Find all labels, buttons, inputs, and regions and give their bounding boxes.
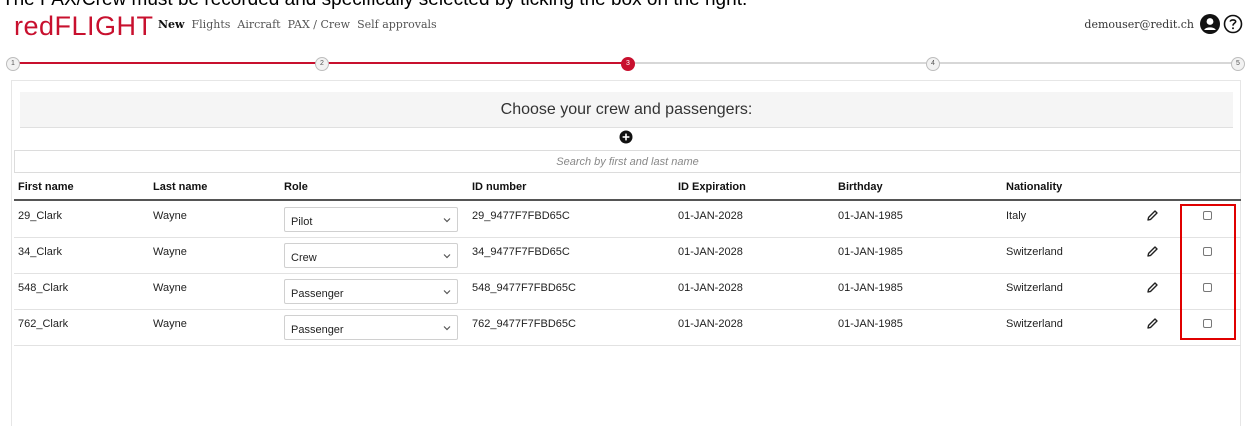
section-title: Choose your crew and passengers: (20, 92, 1233, 128)
cell-first-name: 29_Clark (18, 210, 63, 222)
select-checkbox[interactable] (1203, 211, 1212, 220)
nav-links: New Flights Aircraft PAX / Crew Self app… (158, 18, 437, 31)
column-header-role[interactable]: Role (284, 181, 308, 193)
column-header-last-name[interactable]: Last name (153, 181, 207, 193)
chevron-down-icon (443, 254, 451, 259)
pencil-icon[interactable] (1146, 281, 1159, 294)
cell-birthday: 01-JAN-1985 (838, 210, 903, 222)
stepper-line-3-4 (634, 62, 926, 64)
cell-id-number: 548_9477F7FBD65C (472, 282, 576, 294)
role-select-value: Passenger (291, 324, 344, 336)
stepper-line-4-5 (938, 62, 1232, 64)
role-select[interactable]: Crew (284, 243, 458, 268)
cell-first-name: 548_Clark (18, 282, 69, 294)
user-icon[interactable] (1200, 14, 1220, 34)
step-2[interactable]: 2 (315, 57, 329, 71)
user-area: demouser@redit.ch (1084, 14, 1243, 34)
column-header-nationality[interactable]: Nationality (1006, 181, 1062, 193)
table-row: 762_Clark Wayne Passenger 762_9477F7FBD6… (14, 309, 1241, 346)
cell-last-name: Wayne (153, 318, 187, 330)
table-row: 34_Clark Wayne Crew 34_9477F7FBD65C 01-J… (14, 237, 1241, 274)
top-navbar: redFLIGHT New Flights Aircraft PAX / Cre… (0, 8, 1249, 44)
cell-id-expiration: 01-JAN-2028 (678, 246, 743, 258)
column-header-id-expiration[interactable]: ID Expiration (678, 181, 746, 193)
cell-last-name: Wayne (153, 210, 187, 222)
nav-self-approvals[interactable]: Self approvals (357, 18, 437, 31)
role-select[interactable]: Passenger (284, 315, 458, 340)
chevron-down-icon (443, 218, 451, 223)
nav-new[interactable]: New (158, 18, 185, 31)
plus-circle-icon[interactable] (619, 130, 633, 144)
cell-id-number: 29_9477F7FBD65C (472, 210, 570, 222)
cell-id-expiration: 01-JAN-2028 (678, 282, 743, 294)
cell-birthday: 01-JAN-1985 (838, 318, 903, 330)
cell-id-number: 762_9477F7FBD65C (472, 318, 576, 330)
step-3[interactable]: 3 (621, 57, 635, 71)
logo-part-red: red (14, 11, 55, 41)
pencil-icon[interactable] (1146, 317, 1159, 330)
nav-aircraft[interactable]: Aircraft (237, 18, 280, 31)
nav-pax-crew[interactable]: PAX / Crew (288, 18, 350, 31)
select-checkbox[interactable] (1203, 247, 1212, 256)
user-email: demouser@redit.ch (1084, 17, 1194, 31)
nav-flights[interactable]: Flights (192, 18, 231, 31)
step-5[interactable]: 5 (1231, 57, 1245, 71)
role-select[interactable]: Pilot (284, 207, 458, 232)
cell-nationality: Italy (1006, 210, 1027, 222)
cell-last-name: Wayne (153, 246, 187, 258)
role-select-value: Passenger (291, 288, 344, 300)
cell-birthday: 01-JAN-1985 (838, 246, 903, 258)
table-row: 548_Clark Wayne Passenger 548_9477F7FBD6… (14, 273, 1241, 310)
column-header-birthday[interactable]: Birthday (838, 181, 883, 193)
chevron-down-icon (443, 290, 451, 295)
cell-nationality: Switzerland (1006, 246, 1063, 258)
cell-birthday: 01-JAN-1985 (838, 282, 903, 294)
stepper-line-2-3 (327, 62, 622, 64)
progress-stepper: 1 2 3 4 5 (0, 54, 1249, 72)
cell-last-name: Wayne (153, 282, 187, 294)
search-input[interactable] (14, 150, 1241, 173)
role-select-value: Pilot (291, 216, 313, 228)
stepper-line-1-2 (18, 62, 316, 64)
cell-nationality: Switzerland (1006, 282, 1063, 294)
step-1[interactable]: 1 (6, 57, 20, 71)
help-icon[interactable] (1223, 14, 1243, 34)
role-select-value: Crew (291, 252, 317, 264)
column-header-id-number[interactable]: ID number (472, 181, 526, 193)
column-header-first-name[interactable]: First name (18, 181, 74, 193)
cell-id-expiration: 01-JAN-2028 (678, 210, 743, 222)
pencil-icon[interactable] (1146, 209, 1159, 222)
chevron-down-icon (443, 326, 451, 331)
cell-first-name: 762_Clark (18, 318, 69, 330)
cell-id-number: 34_9477F7FBD65C (472, 246, 570, 258)
table-row: 29_Clark Wayne Pilot 29_9477F7FBD65C 01-… (14, 201, 1241, 238)
cell-id-expiration: 01-JAN-2028 (678, 318, 743, 330)
select-checkbox[interactable] (1203, 319, 1212, 328)
cell-first-name: 34_Clark (18, 246, 63, 258)
logo-part-flight: FLIGHT (54, 11, 154, 41)
role-select[interactable]: Passenger (284, 279, 458, 304)
cell-nationality: Switzerland (1006, 318, 1063, 330)
pencil-icon[interactable] (1146, 245, 1159, 258)
select-checkbox[interactable] (1203, 283, 1212, 292)
step-4[interactable]: 4 (926, 57, 940, 71)
app-logo[interactable]: redFLIGHT (14, 11, 154, 41)
